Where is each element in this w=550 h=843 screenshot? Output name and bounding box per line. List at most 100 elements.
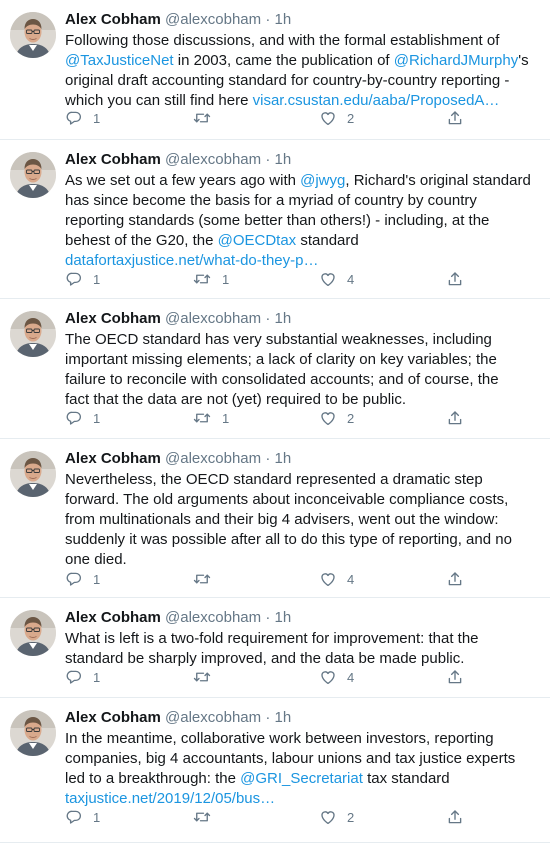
- tweet-thread: Alex Cobham @alexcobham · 1h Following th…: [0, 0, 550, 843]
- author-handle[interactable]: @alexcobham: [165, 151, 261, 168]
- share-icon: [446, 109, 464, 127]
- text-segment: As we set out a few years ago with: [65, 172, 301, 189]
- share-button[interactable]: [446, 807, 464, 827]
- author-name[interactable]: Alex Cobham: [65, 310, 161, 327]
- share-icon: [446, 668, 464, 686]
- like-count: 4: [347, 271, 355, 287]
- reply-button[interactable]: 1: [65, 667, 100, 687]
- text-line: has since become the basis for a myriad …: [65, 191, 540, 211]
- author-handle[interactable]: @alexcobham: [165, 609, 261, 626]
- tweet[interactable]: Alex Cobham @alexcobham · 1h As we set ou…: [0, 140, 550, 299]
- like-button[interactable]: 4: [319, 667, 354, 687]
- timestamp[interactable]: 1h: [274, 450, 291, 467]
- retweet-button[interactable]: [192, 569, 222, 589]
- tweet-link[interactable]: datafortaxjustice.net/what-do-they-p…: [65, 252, 318, 269]
- share-button[interactable]: [446, 269, 464, 289]
- tweet-actions: 12: [65, 108, 485, 128]
- share-button[interactable]: [446, 408, 464, 428]
- reply-icon: [65, 808, 83, 826]
- retweet-button[interactable]: 1: [192, 408, 229, 428]
- reply-button[interactable]: 1: [65, 108, 100, 128]
- avatar[interactable]: [10, 451, 56, 497]
- text-line: In the meantime, collaborative work betw…: [65, 729, 540, 749]
- timestamp[interactable]: 1h: [274, 609, 291, 626]
- author-name[interactable]: Alex Cobham: [65, 709, 161, 726]
- avatar[interactable]: [10, 610, 56, 656]
- tweet[interactable]: Alex Cobham @alexcobham · 1h Nevertheless…: [0, 439, 550, 598]
- tweet-link[interactable]: visar.csustan.edu/aaba/ProposedA…: [253, 92, 500, 109]
- text-line: As we set out a few years ago with @jwyg…: [65, 171, 540, 191]
- timestamp[interactable]: 1h: [274, 709, 291, 726]
- text-line: from multinationals and their big 4 advi…: [65, 510, 540, 530]
- share-button[interactable]: [446, 108, 464, 128]
- like-button[interactable]: 2: [319, 108, 354, 128]
- reply-button[interactable]: 1: [65, 269, 100, 289]
- text-segment: Nevertheless, the OECD standard represen…: [65, 471, 483, 488]
- retweet-button[interactable]: [192, 667, 222, 687]
- avatar[interactable]: [10, 152, 56, 198]
- text-line: The OECD standard has very substantial w…: [65, 330, 540, 350]
- reply-button[interactable]: 1: [65, 408, 100, 428]
- tweet[interactable]: Alex Cobham @alexcobham · 1h Following th…: [0, 0, 550, 140]
- author-handle[interactable]: @alexcobham: [165, 310, 261, 327]
- text-segment: In the meantime, collaborative work betw…: [65, 730, 494, 747]
- tweet[interactable]: Alex Cobham @alexcobham · 1h What is left…: [0, 598, 550, 698]
- like-count: 2: [347, 110, 355, 126]
- like-count: 2: [347, 410, 355, 426]
- text-segment: led to a breakthrough: the: [65, 770, 241, 787]
- tweet-link[interactable]: @OECDtax: [218, 232, 297, 249]
- retweet-button[interactable]: 1: [192, 269, 229, 289]
- reply-icon: [65, 409, 83, 427]
- text-line: important missing elements; a lack of cl…: [65, 350, 540, 370]
- tweet-link[interactable]: @GRI_Secretariat: [240, 770, 363, 787]
- timestamp[interactable]: 1h: [274, 11, 291, 28]
- author-handle[interactable]: @alexcobham: [165, 709, 261, 726]
- reply-icon: [65, 570, 83, 588]
- heart-icon: [319, 409, 337, 427]
- author-name[interactable]: Alex Cobham: [65, 609, 161, 626]
- text-line: standard be sharply improved, and the da…: [65, 649, 540, 669]
- share-button[interactable]: [446, 569, 464, 589]
- tweet-link[interactable]: taxjustice.net/2019/12/05/bus…: [65, 790, 275, 807]
- tweet[interactable]: Alex Cobham @alexcobham · 1h The OECD sta…: [0, 299, 550, 439]
- reply-button[interactable]: 1: [65, 807, 100, 827]
- retweet-icon: [192, 109, 212, 127]
- like-button[interactable]: 4: [319, 569, 354, 589]
- author-handle[interactable]: @alexcobham: [165, 11, 261, 28]
- tweet-content: Alex Cobham @alexcobham · 1h Following th…: [65, 10, 540, 126]
- reply-count: 1: [93, 271, 101, 287]
- timestamp[interactable]: 1h: [274, 310, 291, 327]
- text-segment: What is left is a two-fold requirement f…: [65, 630, 479, 647]
- avatar[interactable]: [10, 311, 56, 357]
- reply-count: 1: [93, 110, 101, 126]
- retweet-count: 1: [222, 271, 230, 287]
- text-segment: The OECD standard has very substantial w…: [65, 331, 492, 348]
- separator-dot: ·: [265, 450, 271, 467]
- avatar[interactable]: [10, 12, 56, 58]
- retweet-button[interactable]: [192, 807, 222, 827]
- author-handle[interactable]: @alexcobham: [165, 450, 261, 467]
- tweet-text: Nevertheless, the OECD standard represen…: [65, 470, 540, 570]
- separator-dot: ·: [265, 709, 271, 726]
- reply-button[interactable]: 1: [65, 569, 100, 589]
- author-name[interactable]: Alex Cobham: [65, 450, 161, 467]
- avatar[interactable]: [10, 710, 56, 756]
- retweet-button[interactable]: [192, 108, 222, 128]
- author-name[interactable]: Alex Cobham: [65, 151, 161, 168]
- text-segment: one died.: [65, 551, 127, 568]
- timestamp[interactable]: 1h: [274, 151, 291, 168]
- text-segment: fact that the data are not (yet) require…: [65, 391, 407, 408]
- like-button[interactable]: 2: [319, 807, 354, 827]
- separator-dot: ·: [265, 609, 271, 626]
- text-segment: suddenly it was possible after all to do…: [65, 531, 512, 548]
- tweet-link[interactable]: @jwyg: [300, 172, 345, 189]
- tweet[interactable]: Alex Cobham @alexcobham · 1h In the meant…: [0, 698, 550, 843]
- share-button[interactable]: [446, 667, 464, 687]
- author-name[interactable]: Alex Cobham: [65, 11, 161, 28]
- like-button[interactable]: 2: [319, 408, 354, 428]
- text-segment: in 2003, came the publication of: [173, 52, 394, 69]
- tweet-link[interactable]: @TaxJusticeNet: [65, 52, 174, 69]
- tweet-text: The OECD standard has very substantial w…: [65, 330, 540, 410]
- tweet-link[interactable]: @RichardJMurphy: [394, 52, 518, 69]
- like-button[interactable]: 4: [319, 269, 354, 289]
